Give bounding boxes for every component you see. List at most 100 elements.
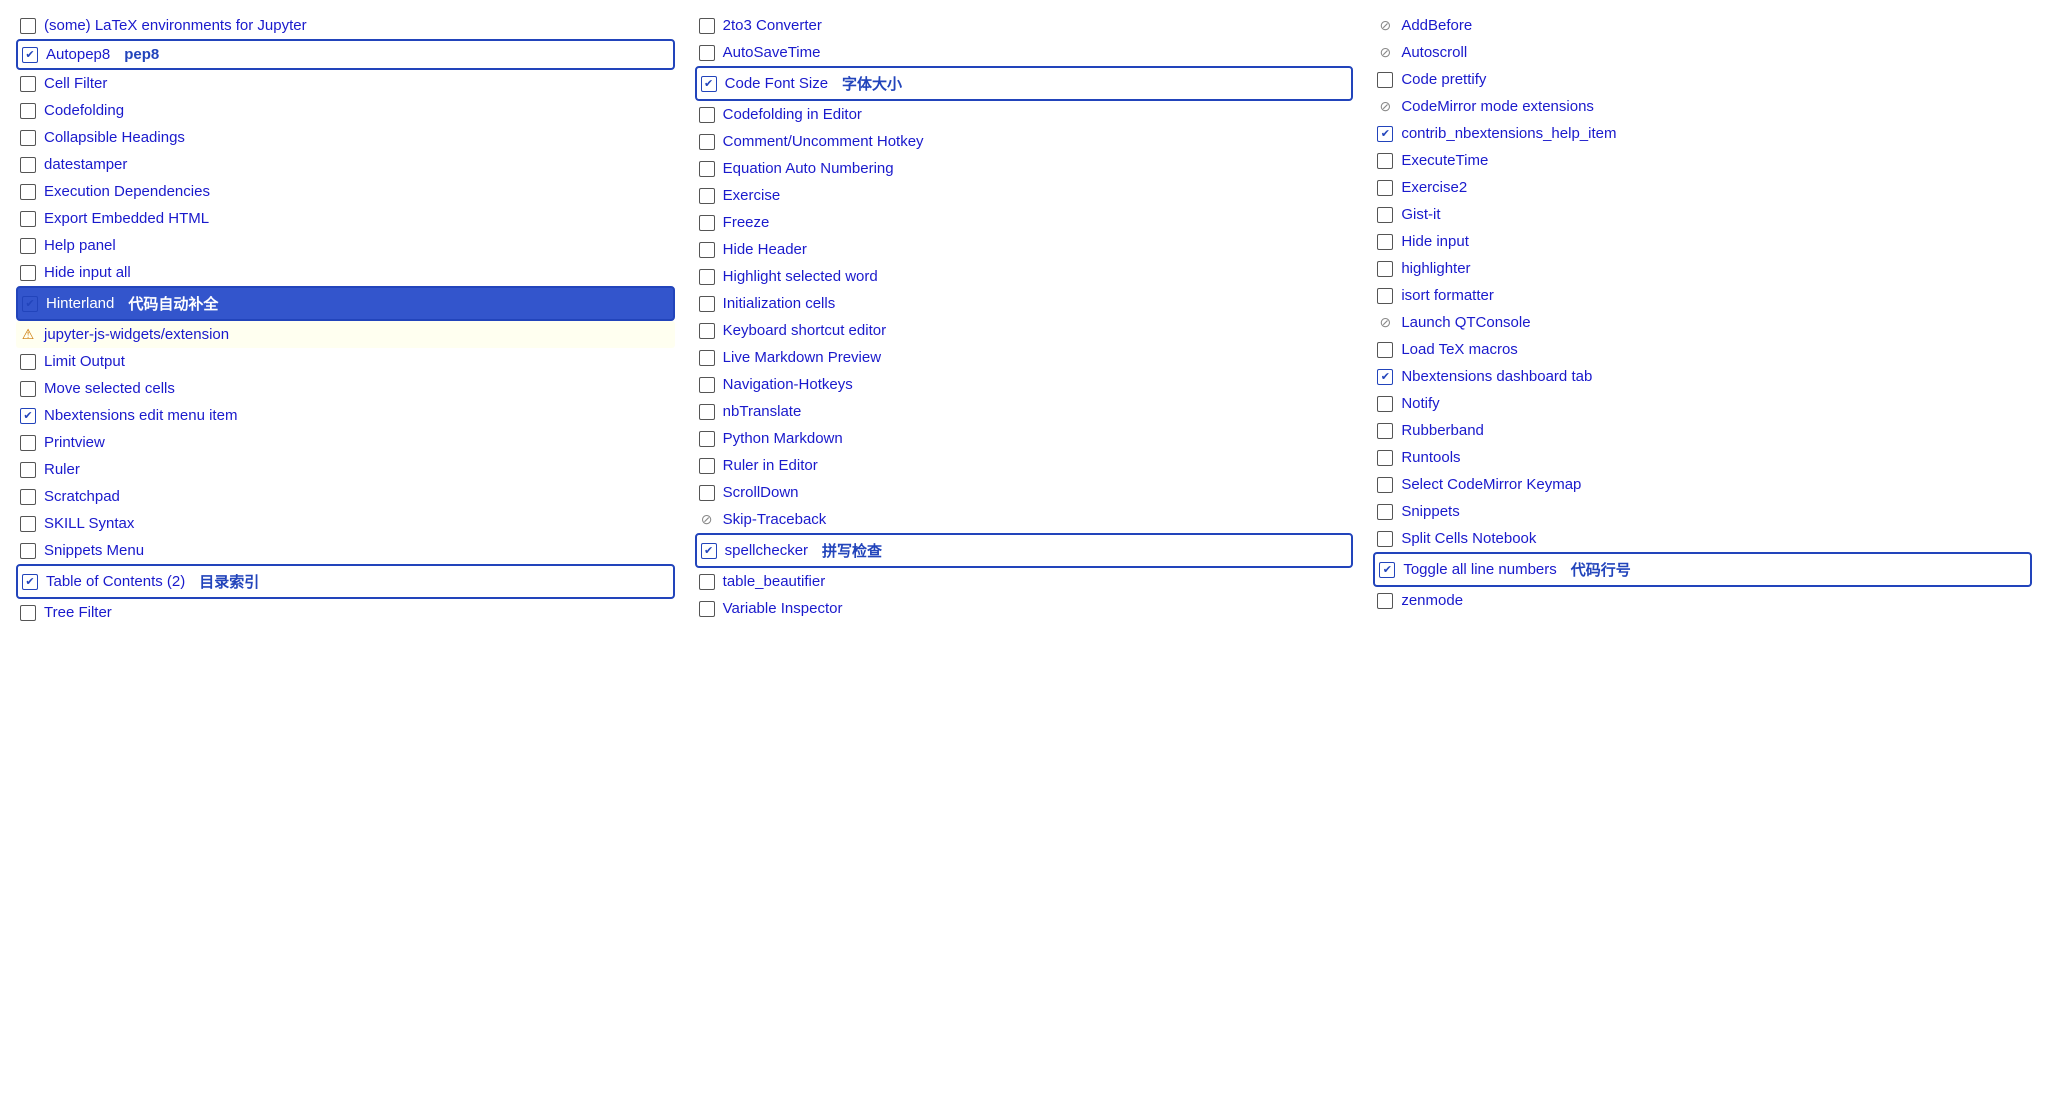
checkbox-splitcells[interactable] <box>1377 531 1393 547</box>
list-item-autopep8[interactable]: ✔Autopep8pep8 <box>16 39 675 70</box>
list-item-skillsyntax[interactable]: SKILL Syntax <box>16 510 675 537</box>
checkbox-toc2[interactable]: ✔ <box>22 574 38 590</box>
list-item-contribnbext[interactable]: ✔contrib_nbextensions_help_item <box>1373 120 2032 147</box>
list-item-togglelinenumbers[interactable]: ✔Toggle all line numbers代码行号 <box>1373 552 2032 587</box>
checkbox-autoscroll[interactable]: ⊘ <box>1377 45 1393 61</box>
checkbox-pythonmarkdown[interactable] <box>699 431 715 447</box>
list-item-exercise[interactable]: Exercise <box>695 182 1354 209</box>
checkbox-equationauto[interactable] <box>699 161 715 177</box>
checkbox-togglelinenumbers[interactable]: ✔ <box>1379 562 1395 578</box>
list-item-runtools[interactable]: Runtools <box>1373 444 2032 471</box>
list-item-ruler[interactable]: Ruler <box>16 456 675 483</box>
list-item-initcells[interactable]: Initialization cells <box>695 290 1354 317</box>
checkbox-loadtexmacros[interactable] <box>1377 342 1393 358</box>
checkbox-limitoutput[interactable] <box>20 354 36 370</box>
checkbox-scratchpad[interactable] <box>20 489 36 505</box>
checkbox-scrolldown[interactable] <box>699 485 715 501</box>
checkbox-navigationhotkeys[interactable] <box>699 377 715 393</box>
list-item-hideheader[interactable]: Hide Header <box>695 236 1354 263</box>
checkbox-printview[interactable] <box>20 435 36 451</box>
list-item-hideinputall[interactable]: Hide input all <box>16 259 675 286</box>
list-item-limitoutput[interactable]: Limit Output <box>16 348 675 375</box>
list-item-rulereditor[interactable]: Ruler in Editor <box>695 452 1354 479</box>
list-item-rubberband[interactable]: Rubberband <box>1373 417 2032 444</box>
list-item-autoscroll[interactable]: ⊘Autoscroll <box>1373 39 2032 66</box>
list-item-zenmode[interactable]: zenmode <box>1373 587 2032 614</box>
list-item-treefilter[interactable]: Tree Filter <box>16 599 675 626</box>
list-item-hideinput[interactable]: Hide input <box>1373 228 2032 255</box>
list-item-launchqtconsole[interactable]: ⊘Launch QTConsole <box>1373 309 2032 336</box>
list-item-2to3[interactable]: 2to3 Converter <box>695 12 1354 39</box>
list-item-splitcells[interactable]: Split Cells Notebook <box>1373 525 2032 552</box>
checkbox-keyboardshortcut[interactable] <box>699 323 715 339</box>
checkbox-2to3[interactable] <box>699 18 715 34</box>
list-item-selectcodemirror[interactable]: Select CodeMirror Keymap <box>1373 471 2032 498</box>
list-item-skiptraceback[interactable]: ⊘Skip-Traceback <box>695 506 1354 533</box>
checkbox-exportembeddedhtml[interactable] <box>20 211 36 227</box>
checkbox-variableinspector[interactable] <box>699 601 715 617</box>
list-item-addbefore[interactable]: ⊘AddBefore <box>1373 12 2032 39</box>
checkbox-autosavetime[interactable] <box>699 45 715 61</box>
list-item-helppanel[interactable]: Help panel <box>16 232 675 259</box>
checkbox-ruler[interactable] <box>20 462 36 478</box>
checkbox-notify[interactable] <box>1377 396 1393 412</box>
checkbox-codefontsize[interactable]: ✔ <box>701 76 717 92</box>
checkbox-datestamper[interactable] <box>20 157 36 173</box>
list-item-pythonmarkdown[interactable]: Python Markdown <box>695 425 1354 452</box>
checkbox-snippets[interactable] <box>1377 504 1393 520</box>
list-item-commentuncomment[interactable]: Comment/Uncomment Hotkey <box>695 128 1354 155</box>
list-item-nbextensionsedit[interactable]: ✔Nbextensions edit menu item <box>16 402 675 429</box>
checkbox-nbextensionsedit[interactable]: ✔ <box>20 408 36 424</box>
list-item-snippets[interactable]: Snippets <box>1373 498 2032 525</box>
list-item-scratchpad[interactable]: Scratchpad <box>16 483 675 510</box>
list-item-executiondeps[interactable]: Execution Dependencies <box>16 178 675 205</box>
checkbox-hideinputall[interactable] <box>20 265 36 281</box>
checkbox-spellchecker[interactable]: ✔ <box>701 543 717 559</box>
list-item-latex[interactable]: (some) LaTeX environments for Jupyter <box>16 12 675 39</box>
checkbox-rubberband[interactable] <box>1377 423 1393 439</box>
list-item-nbtranslate[interactable]: nbTranslate <box>695 398 1354 425</box>
checkbox-initcells[interactable] <box>699 296 715 312</box>
checkbox-addbefore[interactable]: ⊘ <box>1377 18 1393 34</box>
list-item-loadtexmacros[interactable]: Load TeX macros <box>1373 336 2032 363</box>
checkbox-nbtranslate[interactable] <box>699 404 715 420</box>
list-item-codeprettify[interactable]: Code prettify <box>1373 66 2032 93</box>
checkbox-skiptraceback[interactable]: ⊘ <box>699 512 715 528</box>
checkbox-snippetsmenu[interactable] <box>20 543 36 559</box>
list-item-tablebeautifier[interactable]: table_beautifier <box>695 568 1354 595</box>
list-item-variableinspector[interactable]: Variable Inspector <box>695 595 1354 622</box>
list-item-hinterland[interactable]: ✔Hinterland代码自动补全 <box>16 286 675 321</box>
list-item-codefoldingeditor[interactable]: Codefolding in Editor <box>695 101 1354 128</box>
list-item-cellfilter[interactable]: Cell Filter <box>16 70 675 97</box>
checkbox-contribnbext[interactable]: ✔ <box>1377 126 1393 142</box>
list-item-keyboardshortcut[interactable]: Keyboard shortcut editor <box>695 317 1354 344</box>
checkbox-hideinput[interactable] <box>1377 234 1393 250</box>
list-item-spellchecker[interactable]: ✔spellchecker拼写检查 <box>695 533 1354 568</box>
list-item-codefolding[interactable]: Codefolding <box>16 97 675 124</box>
list-item-notify[interactable]: Notify <box>1373 390 2032 417</box>
list-item-highlightselected[interactable]: Highlight selected word <box>695 263 1354 290</box>
checkbox-executetime[interactable] <box>1377 153 1393 169</box>
checkbox-tablebeautifier[interactable] <box>699 574 715 590</box>
checkbox-executiondeps[interactable] <box>20 184 36 200</box>
checkbox-selectcodemirror[interactable] <box>1377 477 1393 493</box>
list-item-collapsibleheadings[interactable]: Collapsible Headings <box>16 124 675 151</box>
list-item-codemirrormode[interactable]: ⊘CodeMirror mode extensions <box>1373 93 2032 120</box>
list-item-livemarkdown[interactable]: Live Markdown Preview <box>695 344 1354 371</box>
checkbox-exercise2[interactable] <box>1377 180 1393 196</box>
list-item-codefontsize[interactable]: ✔Code Font Size字体大小 <box>695 66 1354 101</box>
list-item-autosavetime[interactable]: AutoSaveTime <box>695 39 1354 66</box>
list-item-isortformatter[interactable]: isort formatter <box>1373 282 2032 309</box>
list-item-navigationhotkeys[interactable]: Navigation-Hotkeys <box>695 371 1354 398</box>
list-item-exportembeddedhtml[interactable]: Export Embedded HTML <box>16 205 675 232</box>
checkbox-zenmode[interactable] <box>1377 593 1393 609</box>
checkbox-launchqtconsole[interactable]: ⊘ <box>1377 315 1393 331</box>
checkbox-livemarkdown[interactable] <box>699 350 715 366</box>
checkbox-gistit[interactable] <box>1377 207 1393 223</box>
checkbox-nbextdash[interactable]: ✔ <box>1377 369 1393 385</box>
checkbox-collapsibleheadings[interactable] <box>20 130 36 146</box>
list-item-moveselectedcells[interactable]: Move selected cells <box>16 375 675 402</box>
list-item-jupyterjswidgets[interactable]: ⚠jupyter-js-widgets/extension <box>16 321 675 348</box>
list-item-scrolldown[interactable]: ScrollDown <box>695 479 1354 506</box>
checkbox-runtools[interactable] <box>1377 450 1393 466</box>
